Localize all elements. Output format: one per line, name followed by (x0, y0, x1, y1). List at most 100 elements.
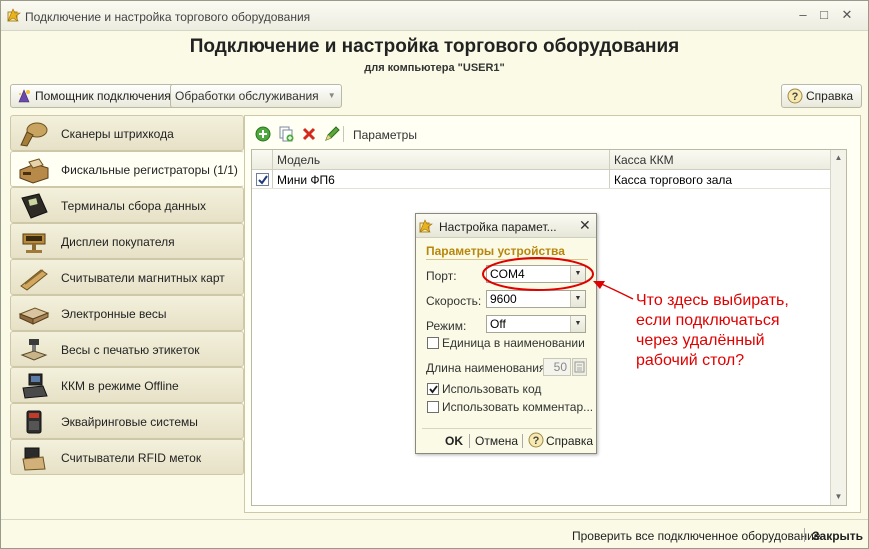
section-divider (426, 259, 588, 260)
edit-icon[interactable] (324, 126, 340, 142)
table-header: Модель Касса ККМ (252, 150, 830, 170)
chevron-down-icon[interactable]: ▼ (570, 291, 585, 307)
sidebar-item-acquiring-systems[interactable]: Эквайринговые системы (10, 403, 244, 439)
annotation-text: Что здесь выбирать, если подключаться че… (636, 291, 789, 371)
title-bar: Подключение и настройка торгового оборуд… (1, 1, 868, 31)
window-title: Подключение и настройка торгового оборуд… (25, 10, 311, 24)
port-select[interactable]: COM4 ▼ (486, 265, 586, 283)
connection-wizard-button[interactable]: Помощник подключения (10, 84, 178, 108)
equipment-type-list: Сканеры штрихкода Фискальные регистратор… (10, 115, 244, 477)
label-scales-icon (20, 339, 48, 361)
mode-value: Off (490, 317, 506, 331)
sidebar-item-customer-displays[interactable]: Дисплеи покупателя (10, 223, 244, 259)
checkmark-icon (429, 385, 438, 394)
annotation-line: рабочий стол? (636, 352, 745, 369)
column-separator (609, 150, 610, 169)
sidebar-item-label: Сканеры штрихкода (61, 127, 174, 141)
column-separator (272, 150, 273, 169)
bottom-bar: Проверить все подключенное оборудование … (1, 519, 868, 548)
dialog-app-icon (419, 219, 433, 233)
mode-label: Режим: (426, 319, 467, 333)
footer-separator (469, 434, 470, 448)
sidebar-item-label: Дисплеи покупателя (61, 235, 175, 249)
copy-icon[interactable] (278, 126, 294, 142)
rfid-reader-icon (22, 447, 46, 471)
maximize-button[interactable]: □ (816, 8, 832, 24)
name-length-label: Длина наименования: (426, 361, 549, 375)
svg-text:?: ? (533, 435, 540, 447)
dialog-help-button[interactable]: Справка (546, 434, 593, 448)
service-processing-dropdown[interactable]: Обработки обслуживания ▼ (170, 84, 342, 108)
dialog-close-icon[interactable]: ✕ (579, 217, 591, 234)
help-icon: ? (787, 88, 803, 104)
close-button[interactable]: Закрыть (812, 529, 863, 543)
sidebar-item-label: Эквайринговые системы (61, 415, 198, 429)
chevron-down-icon[interactable]: ▼ (570, 266, 585, 282)
column-separator (609, 170, 610, 188)
row-model-cell: Мини ФП6 (277, 173, 335, 187)
ok-button[interactable]: OK (445, 434, 463, 448)
row-register-cell: Касса торгового зала (614, 173, 733, 187)
speed-value: 9600 (490, 292, 517, 306)
delete-icon[interactable] (301, 126, 317, 142)
dialog-footer-divider (422, 428, 592, 429)
sidebar-item-label: Считыватели магнитных карт (61, 271, 225, 285)
minimize-button[interactable]: – (795, 8, 811, 24)
wizard-icon (18, 89, 30, 103)
parameters-button[interactable]: Параметры (353, 128, 417, 142)
annotation-line: через удалённый (636, 332, 765, 349)
column-header-register[interactable]: Касса ККМ (614, 153, 674, 167)
row-enabled-checkbox[interactable] (256, 173, 269, 186)
sidebar-item-data-terminals[interactable]: Терминалы сбора данных (10, 187, 244, 223)
calculator-glyph (574, 361, 585, 373)
use-code-checkbox[interactable] (427, 383, 439, 395)
scroll-up-icon[interactable]: ▲ (831, 150, 846, 166)
sidebar-item-label: Весы с печатью этикеток (61, 343, 200, 357)
column-header-model[interactable]: Модель (277, 153, 320, 167)
use-code-label: Использовать код (442, 382, 542, 396)
device-settings-dialog: Настройка парамет... ✕ Параметры устройс… (415, 213, 597, 454)
help-button[interactable]: ? Справка (781, 84, 863, 108)
scales-icon (18, 307, 50, 325)
unit-in-name-label: Единица в наименовании (442, 336, 585, 350)
annotation-line: Что здесь выбирать, (636, 292, 789, 309)
page-subtitle: для компьютера "USER1" (364, 62, 505, 74)
sidebar-item-offline-registers[interactable]: ККМ в режиме Offline (10, 367, 244, 403)
footer-separator (522, 434, 523, 448)
help-icon[interactable]: ? (528, 432, 544, 448)
offline-register-icon (22, 373, 48, 399)
annotation-line: если подключаться (636, 312, 780, 329)
barcode-scanner-icon (20, 122, 48, 147)
svg-text:?: ? (792, 91, 799, 103)
cancel-button[interactable]: Отмена (475, 434, 518, 448)
sidebar-item-electronic-scales[interactable]: Электронные весы (10, 295, 244, 331)
table-scrollbar[interactable]: ▲ ▼ (830, 150, 846, 505)
dialog-title-bar: Настройка парамет... ✕ (416, 214, 596, 238)
name-length-input[interactable]: 50 (543, 358, 571, 376)
data-terminal-icon (21, 193, 48, 219)
speed-select[interactable]: 9600 ▼ (486, 290, 586, 308)
sidebar-item-card-readers[interactable]: Считыватели магнитных карт (10, 259, 244, 295)
sidebar-item-rfid-readers[interactable]: Считыватели RFID меток (10, 439, 244, 475)
table-row[interactable]: Мини ФП6 Касса торгового зала (252, 170, 830, 189)
speed-label: Скорость: (426, 294, 482, 308)
page-title: Подключение и настройка торгового оборуд… (189, 36, 680, 57)
sidebar-item-label: Считыватели RFID меток (61, 451, 202, 465)
sidebar-item-fiscal-registers[interactable]: Фискальные регистраторы (1/1) (10, 151, 244, 187)
close-window-button[interactable]: ✕ (839, 8, 855, 24)
calculator-icon[interactable] (572, 358, 587, 376)
sidebar-item-barcode-scanners[interactable]: Сканеры штрихкода (10, 115, 244, 151)
check-all-equipment-button[interactable]: Проверить все подключенное оборудование (572, 529, 820, 543)
sidebar-item-label-scales[interactable]: Весы с печатью этикеток (10, 331, 244, 367)
sidebar-item-label: Фискальные регистраторы (1/1) (61, 163, 238, 177)
checkmark-icon (258, 175, 268, 185)
port-label: Порт: (426, 269, 457, 283)
dialog-title: Настройка парамет... (439, 220, 557, 234)
add-icon[interactable] (255, 126, 271, 142)
unit-in-name-checkbox[interactable] (427, 337, 439, 349)
chevron-down-icon[interactable]: ▼ (570, 316, 585, 332)
use-comment-checkbox[interactable] (427, 401, 439, 413)
scroll-down-icon[interactable]: ▼ (831, 489, 846, 505)
mode-select[interactable]: Off ▼ (486, 315, 586, 333)
sidebar-item-label: Терминалы сбора данных (61, 199, 207, 213)
